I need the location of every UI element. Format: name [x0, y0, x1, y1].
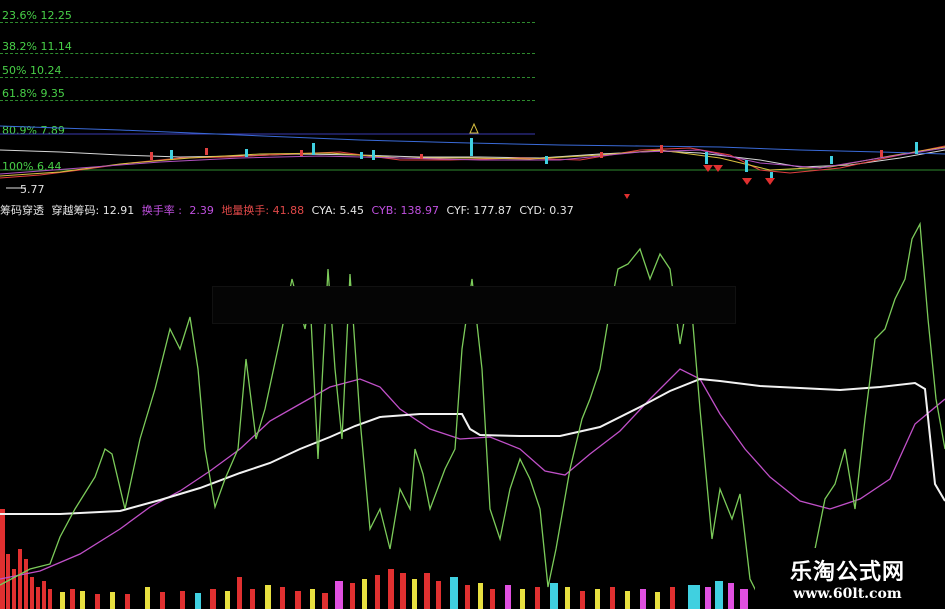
watermark: 乐淘公式网 www.60lt.com — [755, 548, 945, 609]
price-low-label: 5.77 — [20, 183, 45, 196]
volume-bars — [0, 509, 748, 609]
watermark-url: www.60lt.com — [793, 586, 902, 602]
cya-line — [0, 377, 945, 515]
price-panel-right-bg — [535, 0, 945, 138]
redaction-box — [212, 286, 736, 324]
price-candles — [0, 0, 945, 199]
price-panel[interactable]: 23.6% 12.25 38.2% 11.14 50% 10.24 61.8% … — [0, 0, 945, 200]
stock-chart-window: 23.6% 12.25 38.2% 11.14 50% 10.24 61.8% … — [0, 0, 945, 609]
watermark-title: 乐淘公式网 — [789, 559, 905, 585]
top-marker — [469, 122, 479, 134]
